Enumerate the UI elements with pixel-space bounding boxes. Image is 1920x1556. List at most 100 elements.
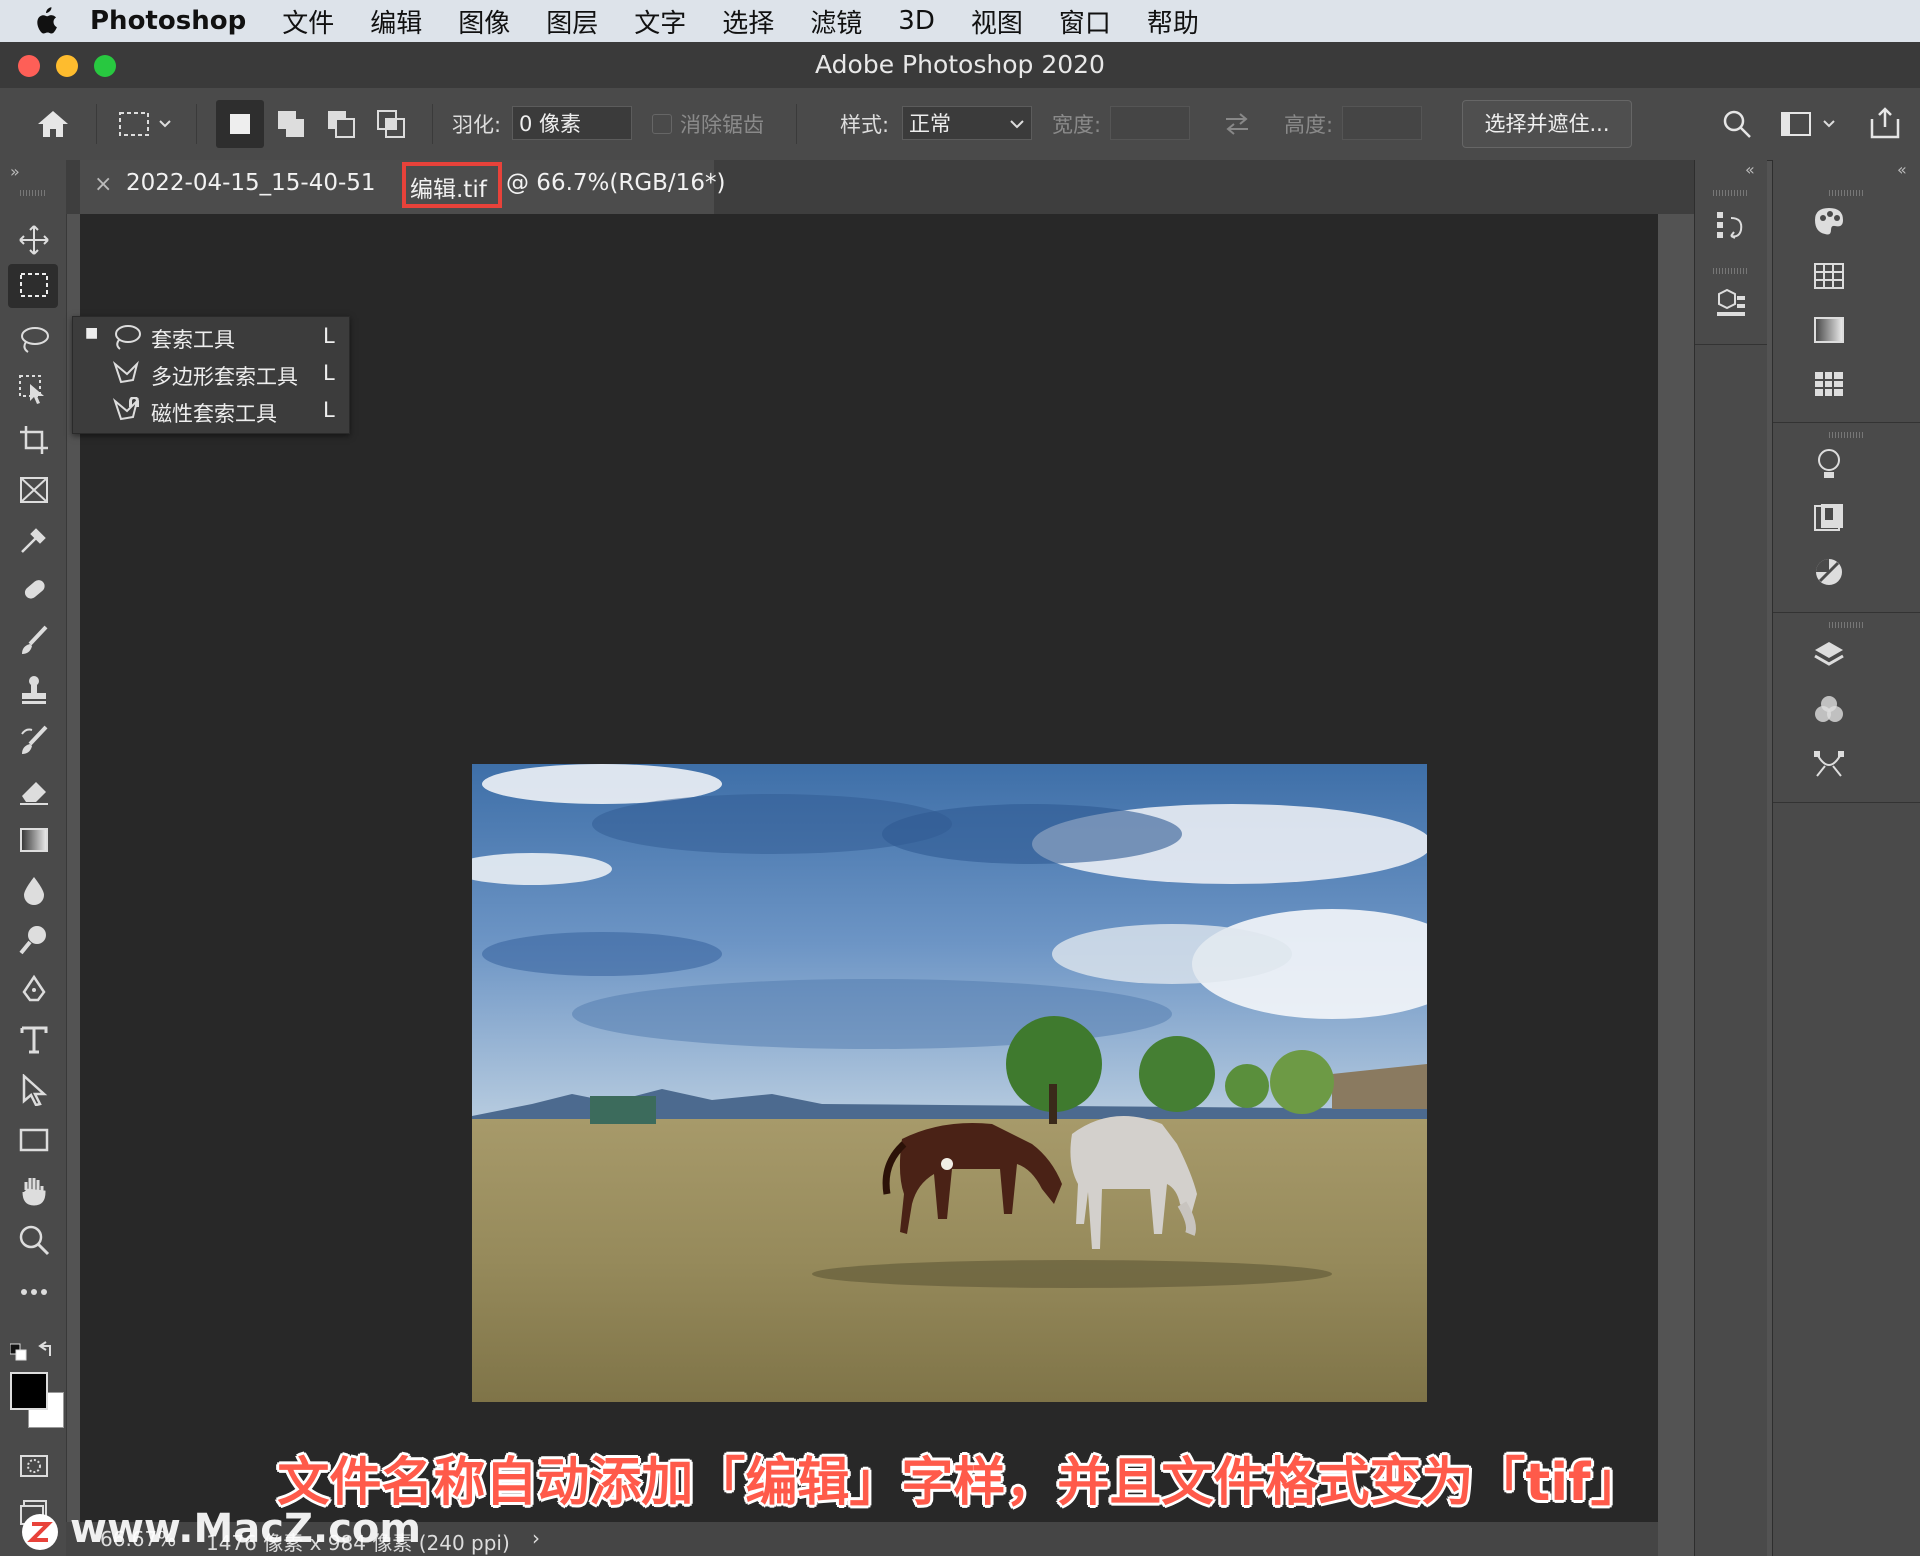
menu-layer[interactable]: 图层 [546, 3, 598, 40]
layers-panel-icon[interactable] [1811, 638, 1847, 674]
style-label: 样式: [840, 113, 890, 137]
clone-stamp-tool-icon[interactable] [18, 674, 50, 706]
gradient-tool-icon[interactable] [18, 824, 50, 856]
patterns-panel-icon[interactable] [1811, 366, 1847, 402]
libraries-panel-icon[interactable] [1811, 500, 1847, 536]
pen-tool-icon[interactable] [18, 974, 50, 1006]
menu-image[interactable]: 图像 [458, 3, 510, 40]
lasso-tool-icon[interactable] [18, 324, 50, 356]
history-panel-icon[interactable] [1713, 208, 1749, 244]
lasso-icon [115, 325, 141, 350]
rectangle-tool-icon[interactable] [18, 1124, 50, 1156]
tools-panel: » [0, 160, 67, 1556]
healing-brush-tool-icon[interactable] [18, 574, 50, 606]
flyout-item-magnetic-lasso[interactable]: 磁性套索工具 L [73, 393, 349, 430]
feather-label: 羽化: [452, 113, 502, 137]
channels-panel-icon[interactable] [1811, 692, 1847, 728]
home-icon[interactable] [36, 88, 70, 160]
rectangular-marquee-tool[interactable] [8, 264, 58, 308]
flyout-item-shortcut: L [323, 398, 335, 422]
menu-app-name[interactable]: Photoshop [90, 6, 246, 36]
share-icon[interactable] [1868, 88, 1902, 160]
collapse-toolbar-icon[interactable]: » [10, 162, 20, 181]
width-input[interactable] [1110, 106, 1190, 140]
flyout-item-label: 套索工具 [151, 328, 235, 352]
antialias-checkbox[interactable]: 消除锯齿 [652, 88, 764, 160]
new-selection-icon[interactable] [216, 100, 264, 148]
learn-panel-icon[interactable] [1811, 446, 1847, 482]
select-and-mask-button[interactable]: 选择并遮住... [1462, 100, 1632, 148]
workspace-icon[interactable] [1780, 88, 1840, 160]
watermark-logo-icon [22, 1514, 58, 1550]
eyedropper-tool-icon[interactable] [18, 524, 50, 556]
close-tab-icon[interactable]: × [94, 172, 112, 197]
document-name-prefix: 2022-04-15_15-40-51 [126, 170, 376, 196]
panel-dock-narrow: « [1694, 160, 1767, 1556]
object-selection-tool-icon[interactable] [18, 374, 50, 406]
feather-input[interactable]: 0 像素 [512, 106, 632, 140]
selected-indicator: ■ [85, 325, 99, 341]
zoom-tool-icon[interactable] [18, 1224, 50, 1256]
document-name-suffix: @ 66.7%(RGB/16*) [506, 170, 726, 196]
options-bar: 羽化: 0 像素 消除锯齿 样式: 正常 宽度: 高度: 选择并遮住... [0, 88, 1920, 161]
watermark-text: www.MacZ.com [70, 1506, 422, 1552]
menu-type[interactable]: 文字 [634, 3, 686, 40]
crop-tool-icon[interactable] [18, 424, 50, 456]
dodge-tool-icon[interactable] [18, 924, 50, 956]
filename-highlight-box [402, 162, 502, 208]
gradients-panel-icon[interactable] [1811, 312, 1847, 348]
eraser-tool-icon[interactable] [18, 774, 50, 806]
brush-tool-icon[interactable] [18, 624, 50, 656]
more-tools-icon[interactable] [18, 1276, 50, 1308]
menu-window[interactable]: 窗口 [1059, 3, 1111, 40]
swatches-panel-icon[interactable] [1811, 258, 1847, 294]
frame-tool-icon[interactable] [18, 474, 50, 506]
collapse-panels-icon[interactable]: « [1897, 160, 1907, 179]
document-tab[interactable]: × 2022-04-15_15-40-51 编辑.tif @ 66.7%(RGB… [80, 160, 725, 214]
add-to-selection-icon[interactable] [276, 88, 306, 160]
swap-dimensions-icon[interactable] [1222, 88, 1252, 160]
move-tool-icon[interactable] [18, 224, 50, 256]
flyout-item-shortcut: L [323, 324, 335, 348]
antialias-label: 消除锯齿 [680, 113, 764, 137]
default-colors-swap-icon[interactable] [10, 1340, 56, 1366]
menu-select[interactable]: 选择 [722, 3, 774, 40]
history-brush-tool-icon[interactable] [18, 724, 50, 756]
window-titlebar: Adobe Photoshop 2020 [0, 42, 1920, 89]
menu-help[interactable]: 帮助 [1147, 3, 1199, 40]
apple-menu-icon[interactable] [0, 0, 90, 42]
document-tab-strip: × 2022-04-15_15-40-51 编辑.tif @ 66.7%(RGB… [66, 160, 1694, 214]
subtract-from-selection-icon[interactable] [326, 88, 356, 160]
collapse-dock-icon[interactable]: « [1745, 160, 1755, 179]
width-label: 宽度: [1052, 113, 1102, 137]
search-icon[interactable] [1722, 88, 1752, 160]
color-panel-icon[interactable] [1811, 204, 1847, 240]
menu-edit[interactable]: 编辑 [370, 3, 422, 40]
3d-panel-icon[interactable] [1713, 286, 1749, 322]
menu-file[interactable]: 文件 [282, 3, 334, 40]
tutorial-caption: 文件名称自动添加「编辑」字样，并且文件格式变为「tif」 [277, 1453, 1643, 1513]
menu-view[interactable]: 视图 [971, 3, 1023, 40]
hand-tool-icon[interactable] [18, 1174, 50, 1206]
chevron-down-icon [1010, 120, 1024, 129]
type-tool-icon[interactable] [18, 1024, 50, 1056]
menu-3d[interactable]: 3D [898, 6, 935, 36]
rectangular-marquee-icon [20, 273, 48, 297]
chevron-right-icon[interactable]: › [532, 1526, 540, 1550]
menu-filter[interactable]: 滤镜 [810, 3, 862, 40]
height-input[interactable] [1342, 106, 1422, 140]
height-label: 高度: [1284, 113, 1334, 137]
blur-tool-icon[interactable] [18, 874, 50, 906]
intersect-selection-icon[interactable] [376, 88, 406, 160]
flyout-item-shortcut: L [323, 361, 335, 385]
foreground-color-swatch[interactable] [10, 1372, 48, 1410]
style-select[interactable]: 正常 [902, 106, 1032, 140]
flyout-item-lasso[interactable]: ■ 套索工具 L [73, 319, 349, 356]
flyout-item-polygonal-lasso[interactable]: 多边形套索工具 L [73, 356, 349, 393]
adjustments-panel-icon[interactable] [1811, 554, 1847, 590]
path-selection-tool-icon[interactable] [18, 1074, 50, 1106]
paths-panel-icon[interactable] [1811, 746, 1847, 782]
polygonal-lasso-icon [112, 360, 139, 384]
marquee-preset-icon[interactable] [118, 88, 176, 160]
window-title: Adobe Photoshop 2020 [815, 50, 1105, 79]
